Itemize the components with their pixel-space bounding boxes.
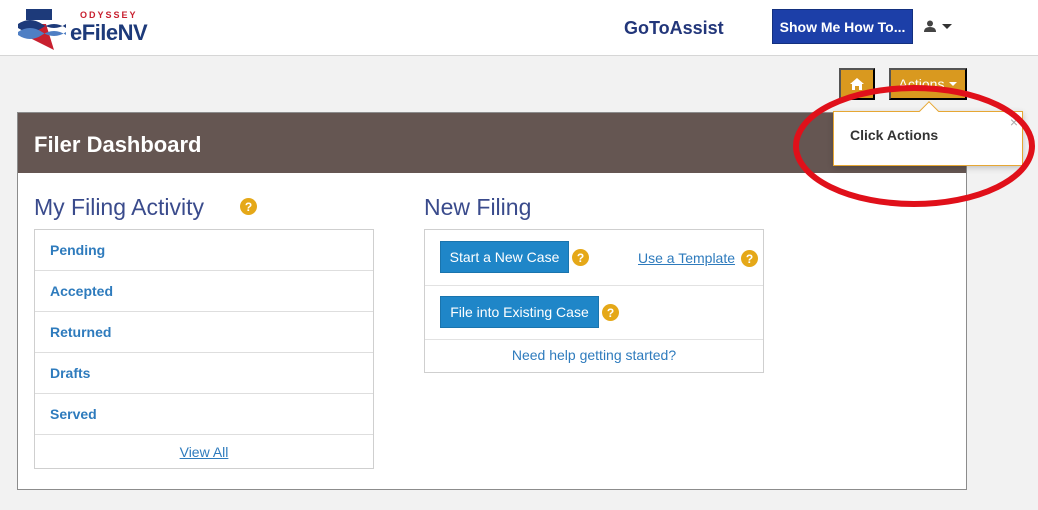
click-actions-callout: Click Actions × bbox=[833, 101, 1023, 166]
filing-activity-list: Pending Accepted Returned Drafts Served … bbox=[34, 229, 374, 469]
callout-arrow bbox=[919, 101, 939, 121]
new-filing-title: New Filing bbox=[424, 194, 532, 220]
logo-efilenv-text: eFileNV bbox=[70, 20, 148, 45]
chevron-down-icon bbox=[949, 82, 958, 86]
activity-item-accepted[interactable]: Accepted bbox=[35, 271, 373, 312]
gotoassist-link[interactable]: GoToAssist bbox=[624, 18, 724, 39]
user-menu[interactable] bbox=[924, 16, 958, 36]
filing-activity-help-icon[interactable]: ? bbox=[240, 198, 257, 215]
callout-text: Click Actions bbox=[850, 127, 939, 143]
home-icon bbox=[850, 78, 864, 90]
file-into-existing-case-button[interactable]: File into Existing Case bbox=[440, 296, 599, 328]
dashboard-header: Filer Dashboard bbox=[18, 113, 966, 173]
new-case-row: Start a New Case ? Use a Template ? bbox=[425, 230, 763, 286]
chevron-down-icon bbox=[942, 23, 952, 29]
activity-item-pending[interactable]: Pending bbox=[35, 230, 373, 271]
show-me-how-button[interactable]: Show Me How To... bbox=[772, 9, 913, 44]
filer-dashboard-panel: Filer Dashboard My Filing Activity ? Pen… bbox=[17, 112, 967, 490]
home-button[interactable] bbox=[839, 68, 875, 100]
actions-label: Actions bbox=[898, 76, 945, 92]
user-icon bbox=[924, 20, 936, 32]
start-new-case-button[interactable]: Start a New Case bbox=[440, 241, 569, 273]
actions-button[interactable]: Actions bbox=[889, 68, 967, 100]
start-new-case-help-icon[interactable]: ? bbox=[572, 249, 589, 266]
filing-activity-title: My Filing Activity bbox=[34, 194, 204, 220]
file-existing-help-icon[interactable]: ? bbox=[602, 304, 619, 321]
use-template-link[interactable]: Use a Template bbox=[638, 250, 735, 266]
use-template-help-icon[interactable]: ? bbox=[741, 250, 758, 267]
dashboard-title: Filer Dashboard bbox=[34, 132, 202, 157]
existing-case-row: File into Existing Case ? bbox=[425, 286, 763, 340]
new-filing-box: Start a New Case ? Use a Template ? File… bbox=[424, 229, 764, 373]
close-icon[interactable]: × bbox=[1010, 114, 1018, 130]
top-navbar: ODYSSEY eFileNV GoToAssist Show Me How T… bbox=[0, 0, 1038, 56]
need-help-link[interactable]: Need help getting started? bbox=[425, 347, 763, 363]
activity-item-drafts[interactable]: Drafts bbox=[35, 353, 373, 394]
logo-odyssey-text: ODYSSEY bbox=[80, 10, 138, 20]
nevada-logo-icon bbox=[18, 9, 66, 50]
activity-item-returned[interactable]: Returned bbox=[35, 312, 373, 353]
efilenv-logo[interactable]: ODYSSEY eFileNV bbox=[16, 4, 156, 52]
view-all-link[interactable]: View All bbox=[35, 444, 373, 460]
activity-item-served[interactable]: Served bbox=[35, 394, 373, 435]
